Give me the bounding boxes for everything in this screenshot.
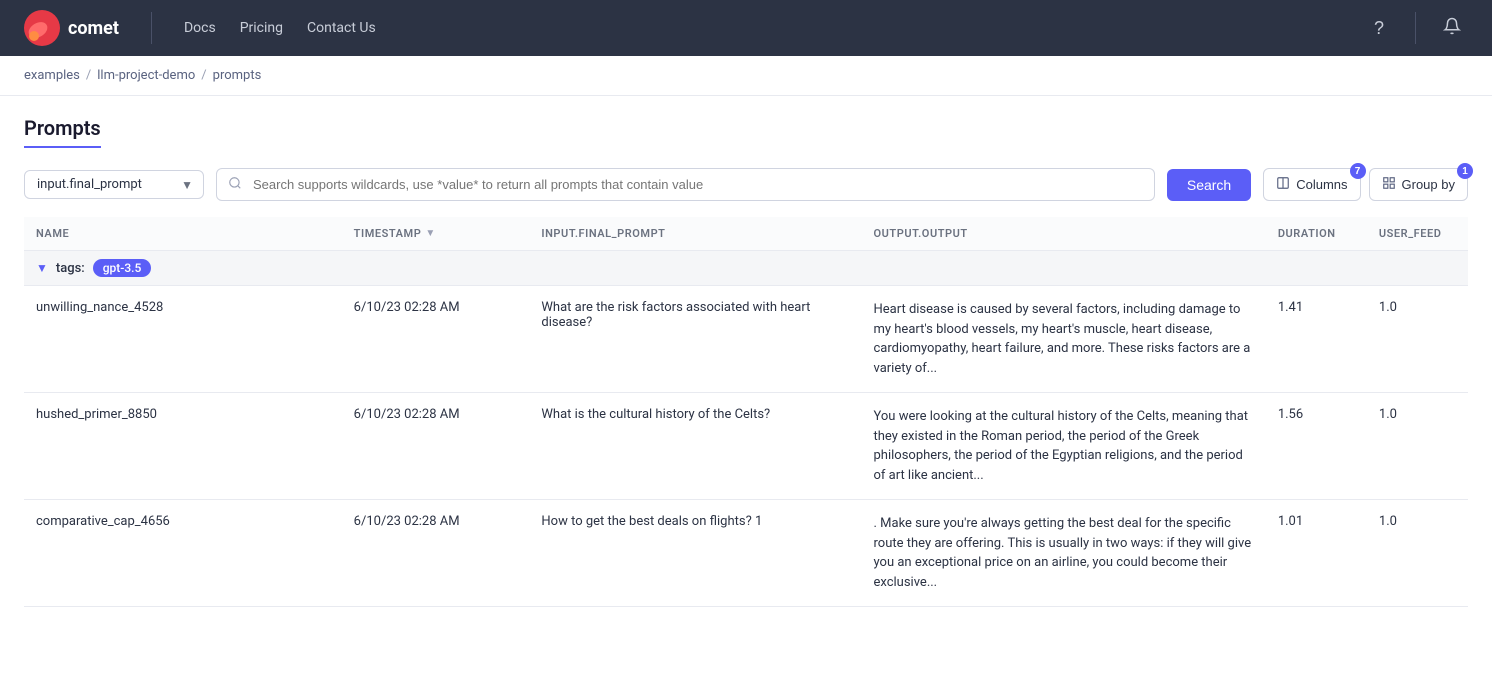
data-table: NAME TIMESTAMP ▼ INPUT.FINAL_PROMPT OUTP… <box>24 217 1468 607</box>
col-header-prompt: INPUT.FINAL_PROMPT <box>529 217 861 251</box>
cell-duration: 1.41 <box>1266 286 1367 393</box>
comet-logo-icon <box>24 10 60 46</box>
toolbar-right: Columns 7 Group by 1 <box>1263 168 1468 201</box>
cell-feed: 1.0 <box>1367 393 1468 500</box>
cell-timestamp: 6/10/23 02:28 AM <box>342 500 530 607</box>
nav-divider <box>151 12 152 44</box>
groupby-icon <box>1382 176 1396 193</box>
group-row: ▼ tags: gpt-3.5 <box>24 251 1468 286</box>
breadcrumb-examples[interactable]: examples <box>24 68 80 83</box>
cell-prompt: What is the cultural history of the Celt… <box>529 393 861 500</box>
columns-badge: 7 <box>1350 163 1366 179</box>
groupby-button[interactable]: Group by 1 <box>1369 168 1468 201</box>
groupby-badge: 1 <box>1457 163 1473 179</box>
cell-timestamp: 6/10/23 02:28 AM <box>342 393 530 500</box>
cell-feed: 1.0 <box>1367 500 1468 607</box>
notifications-button[interactable] <box>1436 12 1468 44</box>
table-body: ▼ tags: gpt-3.5 unwilling_nance_4528 6/1… <box>24 251 1468 607</box>
col-header-duration: DURATION <box>1266 217 1367 251</box>
col-header-output: OUTPUT.OUTPUT <box>862 217 1266 251</box>
search-container <box>216 168 1155 201</box>
breadcrumb: examples / llm-project-demo / prompts <box>24 68 1468 83</box>
groupby-label: Group by <box>1402 177 1455 192</box>
page-title: Prompts <box>24 116 101 148</box>
columns-icon <box>1276 176 1290 193</box>
group-cell: ▼ tags: gpt-3.5 <box>24 251 1468 286</box>
search-button[interactable]: Search <box>1167 169 1251 201</box>
nav-right: ? <box>1363 12 1468 44</box>
page-title-row: Prompts <box>24 116 1468 148</box>
cell-timestamp: 6/10/23 02:28 AM <box>342 286 530 393</box>
toolbar: input.final_prompt ▼ Search <box>24 168 1468 201</box>
help-button[interactable]: ? <box>1363 12 1395 44</box>
cell-name: comparative_cap_4656 <box>24 500 342 607</box>
cell-prompt: What are the risk factors associated wit… <box>529 286 861 393</box>
brand-name: comet <box>68 18 119 39</box>
page-container: examples / llm-project-demo / prompts Pr… <box>0 56 1492 676</box>
cell-name: unwilling_nance_4528 <box>24 286 342 393</box>
header-row: NAME TIMESTAMP ▼ INPUT.FINAL_PROMPT OUTP… <box>24 217 1468 251</box>
cell-duration: 1.01 <box>1266 500 1367 607</box>
breadcrumb-bar: examples / llm-project-demo / prompts <box>0 56 1492 96</box>
chevron-down-icon: ▼ <box>181 178 193 192</box>
page-content: Prompts input.final_prompt ▼ Search <box>0 96 1492 627</box>
column-dropdown[interactable]: input.final_prompt ▼ <box>24 170 204 199</box>
help-icon: ? <box>1374 18 1384 39</box>
col-header-feed: USER_FEED <box>1367 217 1468 251</box>
nav-docs[interactable]: Docs <box>184 20 216 36</box>
notifications-icon <box>1443 17 1461 40</box>
search-input[interactable] <box>216 168 1155 201</box>
table-row[interactable]: comparative_cap_4656 6/10/23 02:28 AM Ho… <box>24 500 1468 607</box>
breadcrumb-sep-2: / <box>201 68 206 83</box>
breadcrumb-sep-1: / <box>86 68 91 83</box>
navbar: comet Docs Pricing Contact Us ? <box>0 0 1492 56</box>
col-header-name: NAME <box>24 217 342 251</box>
cell-output: Heart disease is caused by several facto… <box>862 286 1266 393</box>
group-chevron-icon[interactable]: ▼ <box>36 261 48 275</box>
columns-button[interactable]: Columns 7 <box>1263 168 1360 201</box>
col-header-timestamp[interactable]: TIMESTAMP ▼ <box>342 217 530 251</box>
nav-right-divider <box>1415 12 1416 44</box>
cell-output: You were looking at the cultural history… <box>862 393 1266 500</box>
columns-label: Columns <box>1296 177 1347 192</box>
table-header: NAME TIMESTAMP ▼ INPUT.FINAL_PROMPT OUTP… <box>24 217 1468 251</box>
table-row[interactable]: hushed_primer_8850 6/10/23 02:28 AM What… <box>24 393 1468 500</box>
brand-logo[interactable]: comet <box>24 10 119 46</box>
breadcrumb-project[interactable]: llm-project-demo <box>97 68 195 83</box>
cell-feed: 1.0 <box>1367 286 1468 393</box>
cell-output: . Make sure you're always getting the be… <box>862 500 1266 607</box>
nav-pricing[interactable]: Pricing <box>240 20 283 36</box>
nav-links: Docs Pricing Contact Us <box>184 20 376 36</box>
breadcrumb-current: prompts <box>213 68 262 83</box>
group-label: tags: <box>56 261 85 276</box>
nav-contact[interactable]: Contact Us <box>307 20 376 36</box>
sort-arrow-icon: ▼ <box>425 228 435 239</box>
cell-prompt: How to get the best deals on flights? 1 <box>529 500 861 607</box>
dropdown-value: input.final_prompt <box>37 177 173 192</box>
cell-name: hushed_primer_8850 <box>24 393 342 500</box>
table-row[interactable]: unwilling_nance_4528 6/10/23 02:28 AM Wh… <box>24 286 1468 393</box>
cell-duration: 1.56 <box>1266 393 1367 500</box>
group-tag: gpt-3.5 <box>93 259 152 277</box>
